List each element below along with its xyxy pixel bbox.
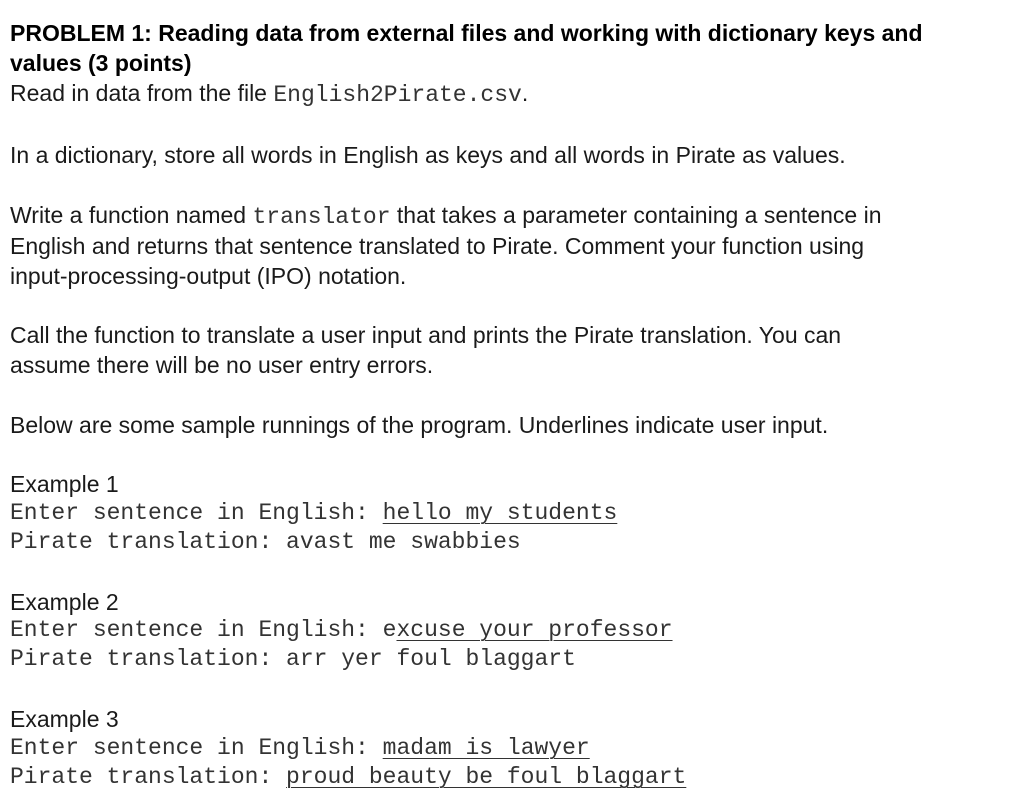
example-2-prompt: Enter sentence in English: [10, 617, 383, 643]
example-1-prompt: Enter sentence in English: [10, 500, 383, 526]
example-1-prompt-line: Enter sentence in English: hello my stud… [10, 500, 617, 526]
example-2-output: arr yer foul blaggart [286, 646, 576, 672]
function-instruction-line-2: English and returns that sentence transl… [10, 233, 865, 259]
example-3-prompt-line: Enter sentence in English: madam is lawy… [10, 735, 590, 761]
example-1-output-line: Pirate translation: avast me swabbies [10, 529, 521, 555]
read-file-suffix: . [521, 80, 529, 106]
example-3-output-line: Pirate translation: proud beauty be foul… [10, 764, 686, 790]
filename-code: English2Pirate.csv [273, 82, 522, 108]
example-1-user-input: hello my students [382, 500, 618, 526]
call-instruction-line-2: assume there will be no user entry error… [10, 352, 434, 378]
read-file-instruction: Read in data from the file English2Pirat… [10, 80, 528, 108]
example-2-title: Example 2 [10, 589, 119, 615]
example-3-output-label: Pirate translation: [10, 764, 287, 790]
example-3-user-input: madam is lawyer [382, 735, 590, 761]
example-2-user-input: xcuse your professor [396, 617, 673, 643]
function-instruction-suffix: that takes a parameter containing a sent… [390, 202, 882, 228]
function-name-code: translator [252, 204, 391, 230]
read-file-prefix: Read in data from the file [10, 80, 274, 106]
call-instruction-line-1: Call the function to translate a user in… [10, 322, 842, 348]
problem-heading-line-1: PROBLEM 1: Reading data from external fi… [10, 20, 923, 46]
function-instruction-line-3: input-processing-output (IPO) notation. [10, 263, 407, 289]
dictionary-instruction: In a dictionary, store all words in Engl… [10, 142, 846, 168]
example-2-prompt-line: Enter sentence in English: excuse your p… [10, 617, 673, 643]
example-1-output: avast me swabbies [286, 529, 521, 555]
example-2-output-line: Pirate translation: arr yer foul blaggar… [10, 646, 576, 672]
example-1-title: Example 1 [10, 471, 119, 497]
example-1-output-label: Pirate translation: [10, 529, 287, 555]
function-instruction-prefix: Write a function named [10, 202, 253, 228]
example-3-prompt: Enter sentence in English: [10, 735, 383, 761]
example-2-input-first-letter: e [382, 617, 397, 643]
problem-heading-line-2: values (3 points) [10, 50, 192, 76]
sample-runs-intro: Below are some sample runnings of the pr… [10, 412, 829, 438]
example-3-output: proud beauty be foul blaggart [286, 764, 687, 790]
example-3-title: Example 3 [10, 706, 119, 732]
example-2-output-label: Pirate translation: [10, 646, 287, 672]
function-instruction-line-1: Write a function named translator that t… [10, 202, 882, 230]
